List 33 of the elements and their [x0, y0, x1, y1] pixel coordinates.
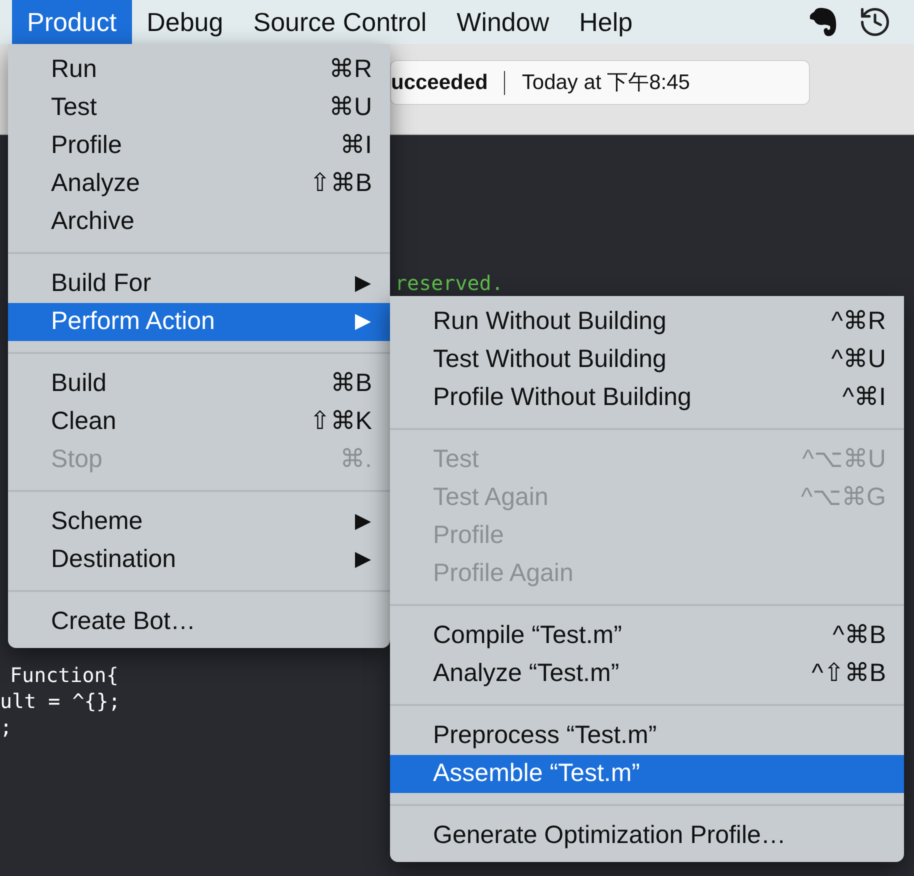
menu-bar-item[interactable]: Product	[12, 0, 132, 44]
menu-item[interactable]: Test ⌘U	[8, 89, 390, 127]
menu-item[interactable]: Build For	[8, 265, 390, 303]
menu-item[interactable]: Scheme	[8, 503, 390, 541]
history-icon[interactable]	[858, 5, 892, 39]
menu-item[interactable]: Assemble “Test.m”	[390, 755, 904, 793]
menu-bar-item[interactable]: Help	[564, 0, 648, 44]
build-status: ucceeded	[391, 70, 489, 96]
menu-item[interactable]: Generate Optimization Profile…	[390, 817, 904, 855]
menu-item[interactable]: Analyze ⇧⌘B	[8, 165, 390, 203]
menu-item[interactable]: Create Bot…	[8, 603, 390, 641]
menu-item[interactable]: Destination	[8, 541, 390, 579]
menu-item[interactable]: Test Without Building ^⌘U	[390, 341, 904, 379]
menu-item[interactable]: Analyze “Test.m” ^⇧⌘B	[390, 655, 904, 693]
menu-item[interactable]: Archive	[8, 203, 390, 241]
menu-item[interactable]: Profile Without Building ^⌘I	[390, 379, 904, 417]
elephant-icon[interactable]	[808, 6, 838, 38]
menu-item[interactable]: Clean ⇧⌘K	[8, 403, 390, 441]
menu-item[interactable]: Compile “Test.m” ^⌘B	[390, 617, 904, 655]
code-line: ult = ^{};	[0, 688, 120, 714]
menu-item[interactable]: Preprocess “Test.m”	[390, 717, 904, 755]
code-line: Function{	[10, 662, 118, 688]
menu-item[interactable]: Run ⌘R	[8, 51, 390, 89]
menu-bar-item[interactable]: Debug	[132, 0, 238, 44]
menu-bar-item[interactable]: Source Control	[238, 0, 442, 44]
menu-item[interactable]: Perform Action	[8, 303, 390, 341]
build-time: Today at 下午8:45	[520, 70, 690, 96]
menu-item[interactable]: Build ⌘B	[8, 365, 390, 403]
menu-item[interactable]: Profile ⌘I	[8, 127, 390, 165]
menu-bar-item[interactable]: Window	[442, 0, 564, 44]
code-line: reserved.	[395, 270, 504, 296]
menu-item[interactable]: Run Without Building ^⌘R	[390, 303, 904, 341]
code-line: ;	[0, 714, 12, 740]
